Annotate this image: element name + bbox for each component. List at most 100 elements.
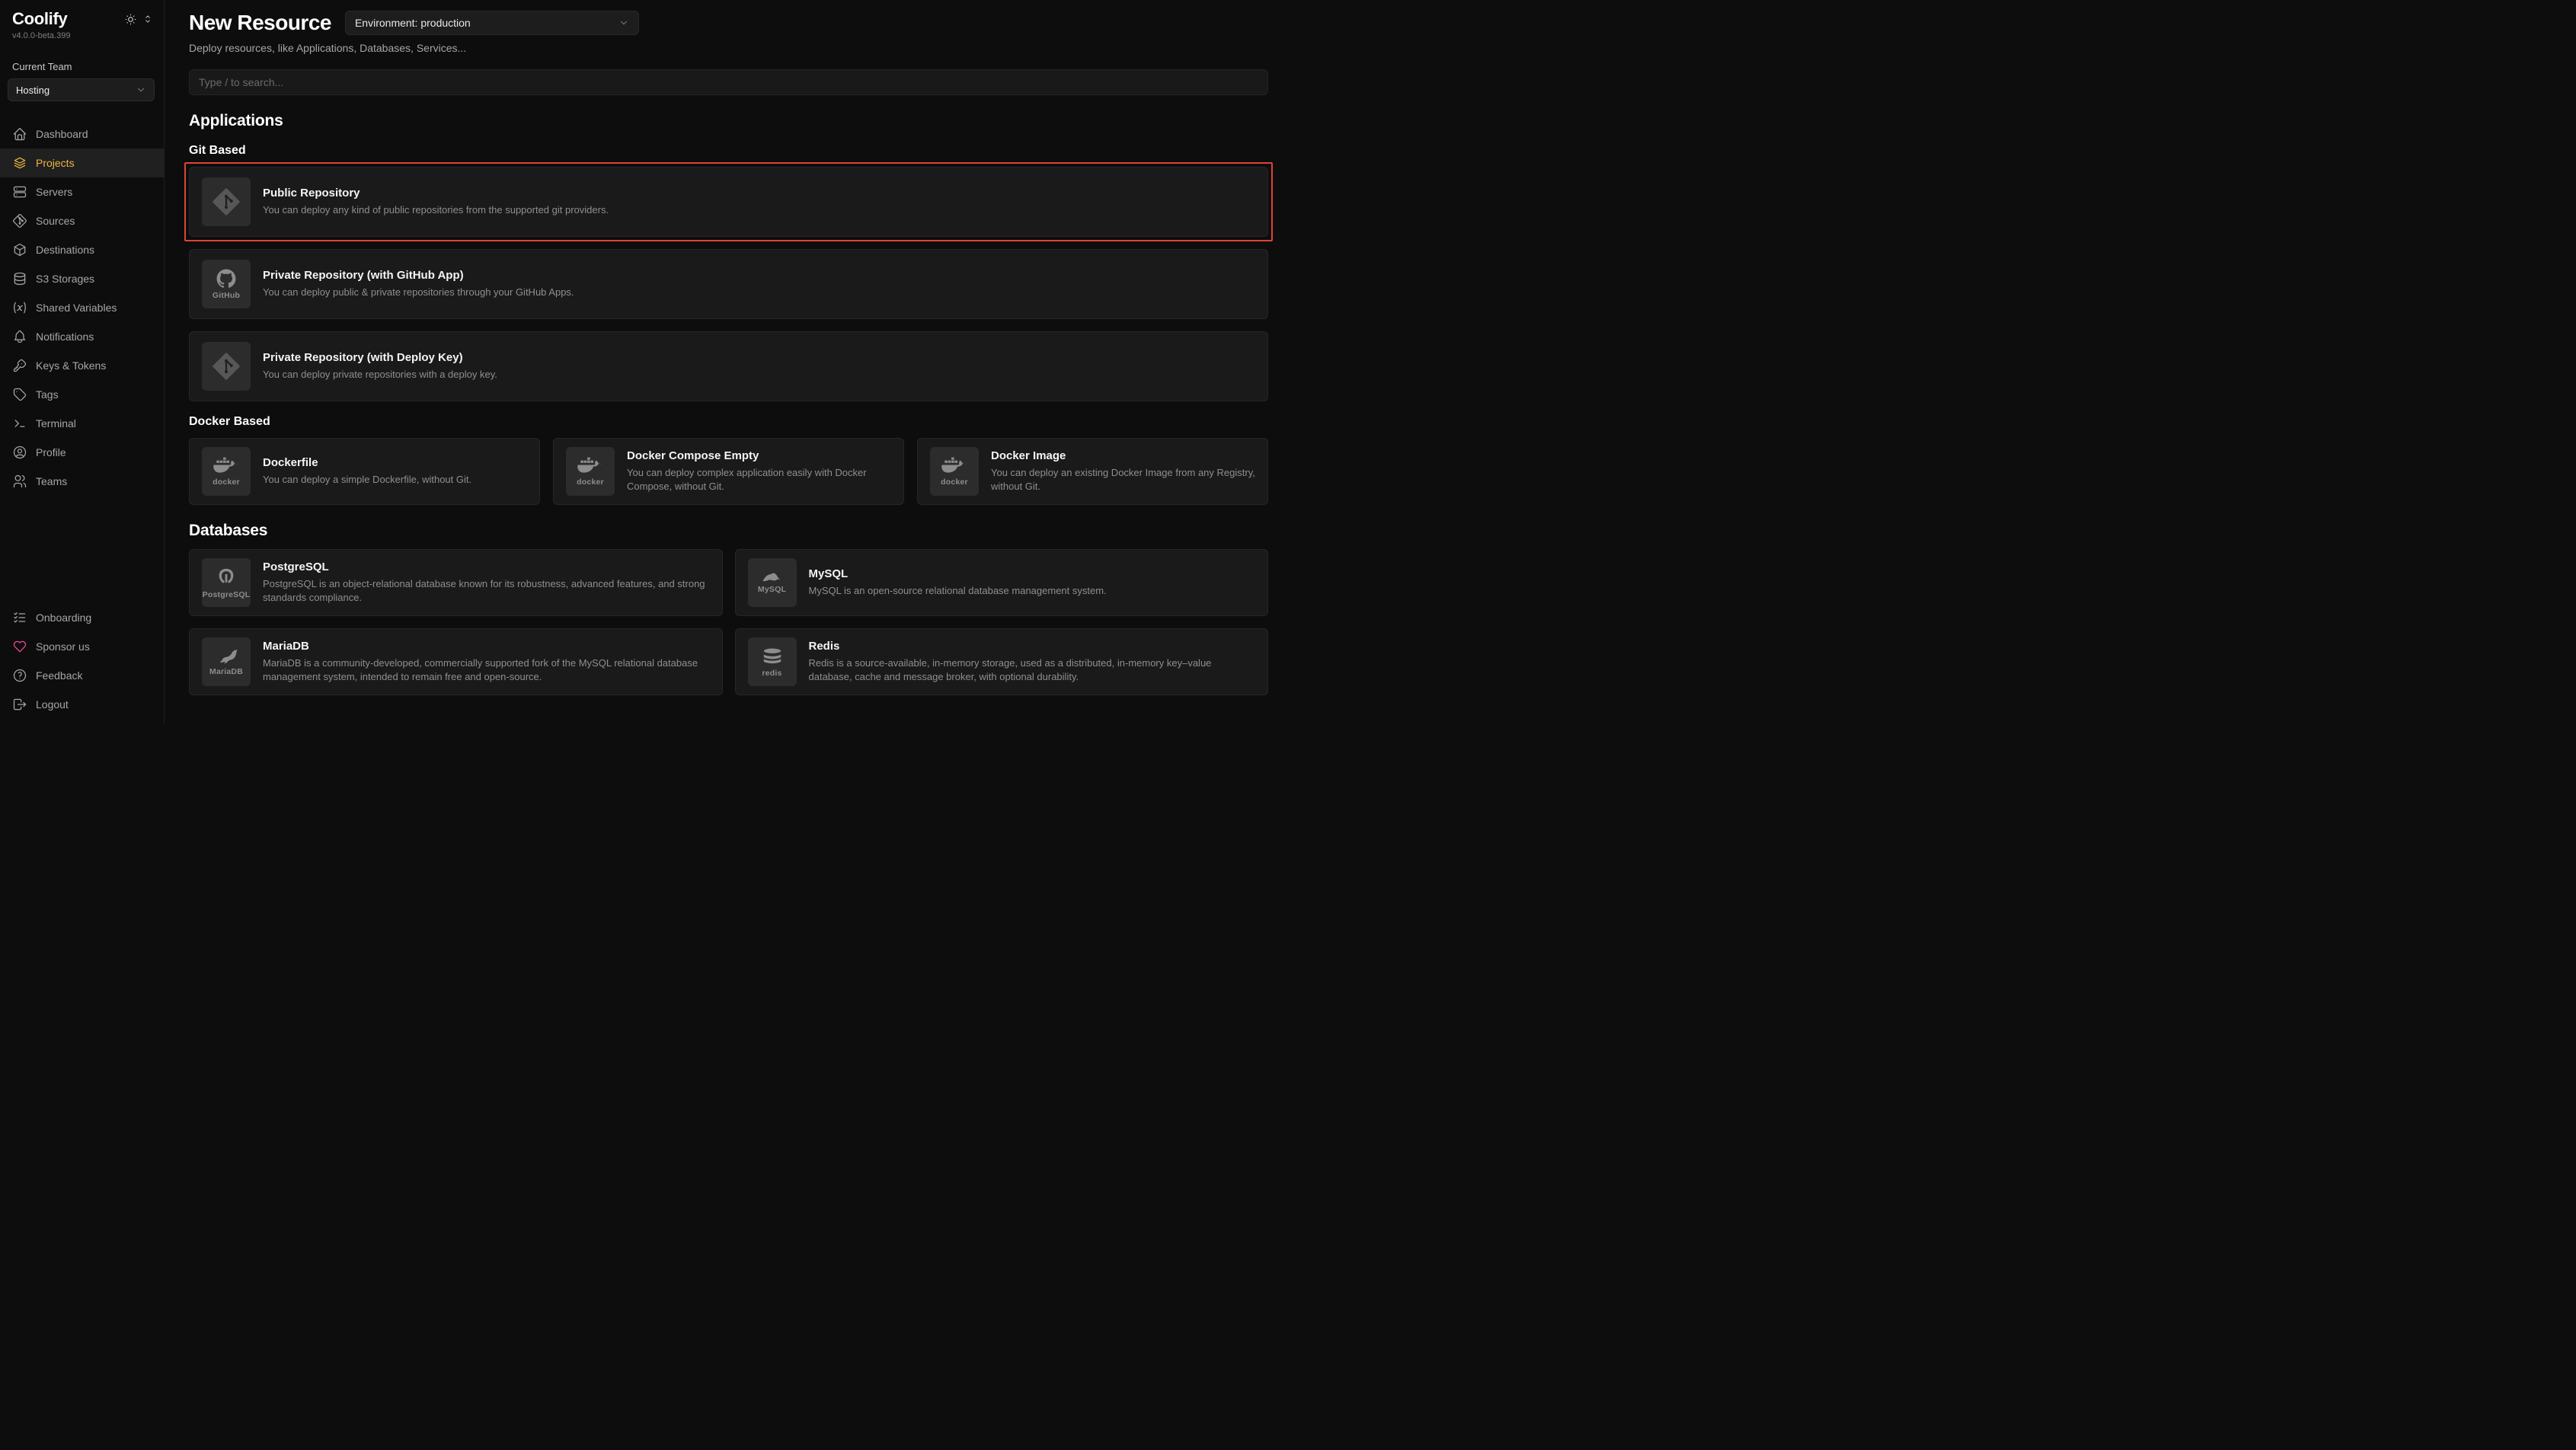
sidebar-footer: Onboarding Sponsor us Feedback Logout — [0, 603, 164, 725]
card-private-repository-github-app[interactable]: GitHub Private Repository (with GitHub A… — [189, 249, 1268, 319]
sidebar-header: Coolify — [0, 9, 164, 29]
sidebar-item-terminal[interactable]: Terminal — [0, 409, 164, 438]
git-icon — [12, 213, 27, 228]
card-body: MariaDB MariaDB is a community-developed… — [263, 640, 722, 683]
postgresql-logo-text: PostgreSQL — [203, 590, 251, 599]
page-header: New Resource Environment: production — [189, 11, 1268, 35]
sidebar-item-keys-tokens[interactable]: Keys & Tokens — [0, 351, 164, 380]
mariadb-logo: MariaDB — [202, 637, 251, 686]
version-selector-icon[interactable] — [142, 14, 153, 24]
sidebar-item-label: Onboarding — [36, 612, 91, 624]
card-body: Private Repository (with GitHub App) You… — [263, 269, 586, 299]
card-description: Redis is a source-available, in-memory s… — [809, 656, 1268, 683]
sidebar-item-label: Sponsor us — [36, 640, 90, 653]
sidebar-item-label: Terminal — [36, 417, 76, 430]
card-docker-compose-empty[interactable]: docker Docker Compose Empty You can depl… — [553, 438, 904, 505]
users-icon — [12, 474, 27, 489]
git-logo-icon — [211, 187, 241, 217]
card-public-repository[interactable]: Public Repository You can deploy any kin… — [189, 167, 1268, 237]
sidebar-item-notifications[interactable]: Notifications — [0, 322, 164, 351]
card-body: PostgreSQL PostgreSQL is an object-relat… — [263, 561, 722, 604]
sidebar-item-projects[interactable]: Projects — [0, 149, 164, 177]
key-icon — [12, 358, 27, 373]
github-logo-icon — [216, 269, 236, 289]
card-title: Public Repository — [263, 187, 621, 200]
sidebar-item-onboarding[interactable]: Onboarding — [0, 603, 164, 632]
sidebar-item-label: Feedback — [36, 669, 82, 682]
current-team-label: Current Team — [0, 61, 164, 72]
card-description: MariaDB is a community-developed, commer… — [263, 656, 722, 683]
card-redis[interactable]: redis Redis Redis is a source-available,… — [735, 628, 1269, 695]
redis-logo: redis — [748, 637, 797, 686]
docker-logo-icon — [577, 457, 603, 475]
sidebar-item-label: Logout — [36, 698, 69, 711]
subsection-git-based-title: Git Based — [189, 144, 1268, 158]
card-description: PostgreSQL is an object-relational datab… — [263, 577, 722, 604]
docker-based-card-grid: docker Dockerfile You can deploy a simpl… — [189, 438, 1268, 505]
redis-logo-icon — [760, 647, 785, 666]
sidebar-item-feedback[interactable]: Feedback — [0, 661, 164, 690]
card-private-repository-deploy-key[interactable]: Private Repository (with Deploy Key) You… — [189, 331, 1268, 401]
sidebar-item-label: Sources — [36, 215, 75, 227]
card-mysql[interactable]: MySQL MySQL MySQL is an open-source rela… — [735, 549, 1269, 616]
environment-select[interactable]: Environment: production — [345, 11, 639, 35]
sidebar-item-tags[interactable]: Tags — [0, 380, 164, 409]
mariadb-logo-icon — [213, 648, 240, 665]
card-mariadb[interactable]: MariaDB MariaDB MariaDB is a community-d… — [189, 628, 723, 695]
sidebar-item-dashboard[interactable]: Dashboard — [0, 120, 164, 149]
mysql-logo-icon — [759, 571, 785, 583]
card-description: You can deploy private repositories with… — [263, 368, 510, 382]
sidebar-item-profile[interactable]: Profile — [0, 438, 164, 467]
redis-logo-text: redis — [762, 669, 781, 678]
sidebar-item-s3-storages[interactable]: S3 Storages — [0, 264, 164, 293]
docker-logo-text: docker — [941, 477, 968, 487]
docker-logo-text: docker — [213, 477, 240, 487]
search-input[interactable] — [189, 69, 1268, 95]
sidebar-item-label: Notifications — [36, 331, 94, 343]
postgresql-logo-icon — [216, 567, 237, 588]
card-postgresql[interactable]: PostgreSQL PostgreSQL PostgreSQL is an o… — [189, 549, 723, 616]
box-icon — [12, 242, 27, 257]
sidebar-item-label: Servers — [36, 186, 72, 198]
card-dockerfile[interactable]: docker Dockerfile You can deploy a simpl… — [189, 438, 540, 505]
sidebar-item-logout[interactable]: Logout — [0, 690, 164, 719]
sidebar-item-label: Teams — [36, 475, 67, 487]
highlighted-card-wrapper: Public Repository You can deploy any kin… — [189, 167, 1268, 237]
database-icon — [12, 271, 27, 286]
server-icon — [12, 184, 27, 200]
main-content: New Resource Environment: production Dep… — [165, 0, 1288, 725]
sidebar-item-destinations[interactable]: Destinations — [0, 235, 164, 264]
app-version: v4.0.0-beta.399 — [0, 31, 164, 40]
subsection-docker-based-title: Docker Based — [189, 415, 1268, 429]
sidebar-item-sources[interactable]: Sources — [0, 206, 164, 235]
card-docker-image[interactable]: docker Docker Image You can deploy an ex… — [917, 438, 1268, 505]
databases-card-grid: PostgreSQL PostgreSQL PostgreSQL is an o… — [189, 549, 1268, 695]
sidebar-item-shared-variables[interactable]: Shared Variables — [0, 293, 164, 322]
sidebar-item-teams[interactable]: Teams — [0, 467, 164, 496]
variable-icon — [12, 300, 27, 315]
card-title: PostgreSQL — [263, 561, 722, 573]
git-logo — [202, 342, 251, 391]
card-body: Private Repository (with Deploy Key) You… — [263, 351, 510, 382]
sidebar-item-label: Destinations — [36, 244, 94, 256]
sidebar-item-label: Profile — [36, 446, 66, 458]
app-logo[interactable]: Coolify — [12, 9, 67, 29]
sidebar-item-sponsor-us[interactable]: Sponsor us — [0, 632, 164, 661]
sidebar-item-label: Projects — [36, 157, 75, 169]
sidebar-item-servers[interactable]: Servers — [0, 177, 164, 206]
docker-logo-icon — [941, 457, 967, 475]
team-select[interactable]: Hosting — [8, 78, 155, 101]
heart-icon — [12, 639, 27, 654]
card-description: You can deploy complex application easil… — [627, 466, 903, 493]
docker-logo: docker — [930, 447, 979, 496]
bell-icon — [12, 329, 27, 344]
help-icon — [12, 668, 27, 683]
theme-toggle-sun-icon[interactable] — [124, 13, 137, 26]
github-logo: GitHub — [202, 260, 251, 308]
chevron-down-icon — [618, 18, 629, 28]
card-title: Private Repository (with Deploy Key) — [263, 351, 510, 364]
card-description: MySQL is an open-source relational datab… — [809, 584, 1119, 598]
github-logo-text: GitHub — [213, 291, 240, 300]
sidebar-header-actions — [124, 13, 153, 26]
sidebar-item-label: S3 Storages — [36, 273, 94, 285]
